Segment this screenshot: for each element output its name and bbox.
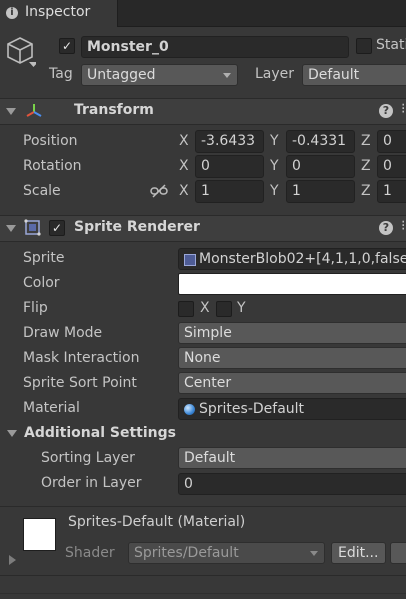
divider <box>0 593 406 594</box>
sprite-renderer-enabled-checkbox[interactable]: ✓ <box>49 220 65 236</box>
color-swatch[interactable] <box>178 273 406 295</box>
divider <box>0 506 406 507</box>
row-label: Rotation <box>23 158 82 174</box>
flip-y-checkbox[interactable] <box>216 301 232 317</box>
transform-header[interactable] <box>0 98 406 125</box>
shader-menu-button[interactable] <box>390 542 406 564</box>
sprite-object-field[interactable]: MonsterBlob02+[4,1,1,0,false <box>178 248 406 270</box>
edit-shader-button[interactable]: Edit... <box>331 542 386 564</box>
link-broken-icon[interactable] <box>150 184 168 202</box>
tag-label: Tag <box>49 66 73 82</box>
color-label: Color <box>23 275 60 291</box>
axis-y-label[interactable]: Y <box>270 158 279 174</box>
info-icon: i <box>6 7 18 19</box>
axis-z-label[interactable]: Z <box>361 133 371 149</box>
static-label: Static <box>376 37 406 53</box>
sprite-sort-point-dropdown[interactable]: Center <box>178 372 406 394</box>
transform-icon <box>24 102 44 124</box>
scale-y-field[interactable]: 1 <box>286 180 355 203</box>
axis-y-label[interactable]: Y <box>270 183 279 199</box>
order-in-layer-label: Order in Layer <box>41 475 142 491</box>
rotation-y-field[interactable]: 0 <box>286 155 355 178</box>
draw-mode-dropdown[interactable]: Simple <box>178 322 406 344</box>
settings-icon[interactable]: ⁝ <box>401 218 405 234</box>
flip-x-checkbox[interactable] <box>178 301 194 317</box>
static-checkbox[interactable] <box>356 38 372 54</box>
draw-mode-label: Draw Mode <box>23 325 103 341</box>
sorting-layer-label: Sorting Layer <box>41 450 135 466</box>
material-foldout-icon[interactable] <box>9 555 16 565</box>
order-in-layer-field[interactable]: 0 <box>178 473 406 495</box>
flip-y-label: Y <box>237 300 246 316</box>
axis-y-label[interactable]: Y <box>270 133 279 149</box>
row-label: Scale <box>23 183 61 199</box>
sprite-asset-icon <box>184 254 196 266</box>
tab-inspector[interactable]: i Inspector <box>0 0 118 27</box>
settings-icon[interactable]: ⁝ <box>401 101 405 117</box>
layer-label: Layer <box>255 66 295 82</box>
layer-dropdown[interactable]: Default <box>302 64 406 86</box>
axis-z-label[interactable]: Z <box>361 158 371 174</box>
sprite-label: Sprite <box>23 250 65 266</box>
axis-z-label[interactable]: Z <box>361 183 371 199</box>
position-z-field[interactable]: 0 <box>377 130 406 153</box>
material-title: Sprites-Default (Material) <box>68 514 246 530</box>
shader-dropdown[interactable]: Sprites/Default <box>128 542 325 564</box>
sprite-renderer-icon <box>24 219 42 241</box>
mask-interaction-dropdown[interactable]: None <box>178 347 406 369</box>
gameobject-icon <box>6 36 38 72</box>
additional-settings-label[interactable]: Additional Settings <box>24 425 176 441</box>
sorting-layer-dropdown[interactable]: Default <box>178 447 406 469</box>
foldout-arrow-icon[interactable] <box>6 108 16 115</box>
material-object-field[interactable]: Sprites-Default <box>178 398 406 420</box>
chevron-down-icon <box>310 551 318 556</box>
scale-z-field[interactable]: 1 <box>377 180 406 203</box>
rotation-x-field[interactable]: 0 <box>195 155 264 178</box>
material-label: Material <box>23 400 80 416</box>
row-label: Position <box>23 133 78 149</box>
rotation-z-field[interactable]: 0 <box>377 155 406 178</box>
tab-title: Inspector <box>25 4 91 20</box>
scale-x-field[interactable]: 1 <box>195 180 264 203</box>
flip-x-label: X <box>200 300 210 316</box>
axis-x-label[interactable]: X <box>179 183 189 199</box>
mask-interaction-label: Mask Interaction <box>23 350 140 366</box>
help-icon[interactable]: ? <box>379 104 393 118</box>
flip-label: Flip <box>23 300 48 316</box>
axis-x-label[interactable]: X <box>179 158 189 174</box>
chevron-down-icon <box>223 73 231 78</box>
shader-label: Shader <box>65 545 115 561</box>
additional-settings-foldout-icon[interactable] <box>7 430 17 437</box>
foldout-arrow-icon[interactable] <box>6 225 16 232</box>
axis-x-label[interactable]: X <box>179 133 189 149</box>
position-x-field[interactable]: -3.6433 <box>195 130 264 153</box>
material-asset-icon <box>184 404 195 415</box>
active-checkbox[interactable]: ✓ <box>59 38 75 54</box>
sprite-renderer-title: Sprite Renderer <box>74 219 200 235</box>
object-name-field[interactable]: Monster_0 <box>81 36 349 58</box>
tag-dropdown[interactable]: Untagged <box>81 64 238 86</box>
help-icon[interactable]: ? <box>379 221 393 235</box>
material-preview <box>23 518 56 551</box>
transform-title: Transform <box>74 102 154 118</box>
divider <box>0 575 406 576</box>
position-y-field[interactable]: -0.4331 <box>286 130 355 153</box>
sprite-sort-point-label: Sprite Sort Point <box>23 375 137 391</box>
